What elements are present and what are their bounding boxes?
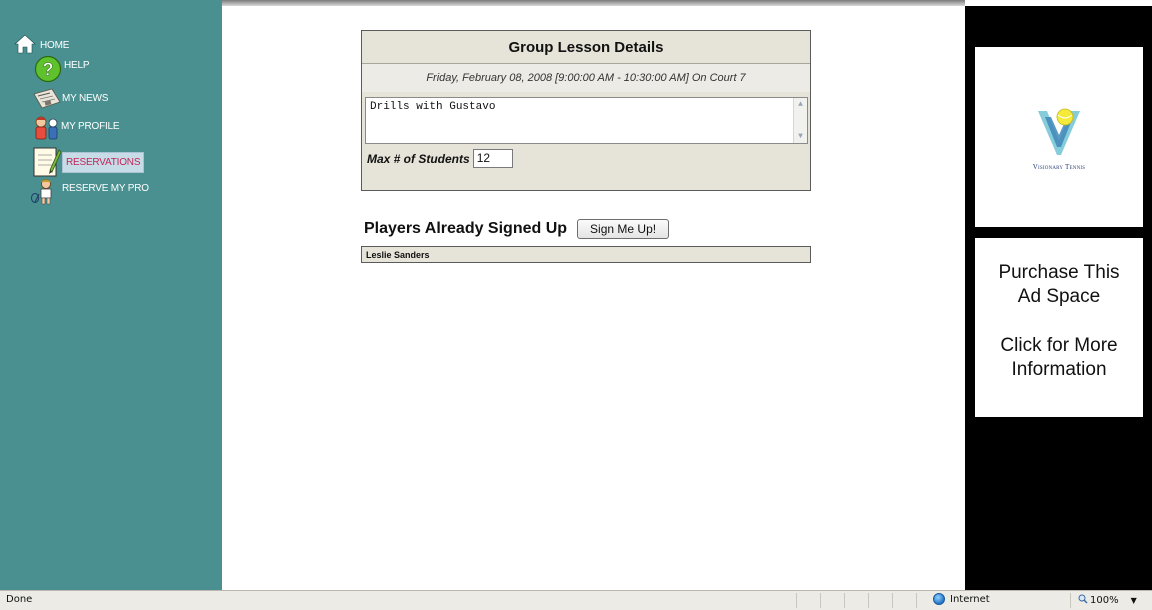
- help-icon: ?: [33, 55, 63, 86]
- visionary-tennis-logo-icon: [1036, 103, 1082, 162]
- nav-label-help: HELP: [64, 60, 90, 71]
- lesson-details-title: Group Lesson Details: [362, 31, 810, 64]
- lesson-notes-textarea[interactable]: Drills with Gustavo ▲ ▼: [365, 97, 808, 144]
- nav-label-my-news: MY NEWS: [62, 93, 109, 104]
- purchase-ad-line-3: Click for More: [1000, 335, 1118, 356]
- nav-label-reservations: RESERVATIONS: [62, 152, 145, 173]
- security-zone[interactable]: Internet: [933, 593, 990, 605]
- table-row: Leslie Sanders: [366, 250, 430, 260]
- nav-label-home: HOME: [40, 40, 70, 51]
- status-divider: [796, 593, 797, 608]
- lesson-notes-text: Drills with Gustavo: [370, 101, 496, 113]
- nav-label-reserve-my-pro: RESERVE MY PRO: [62, 183, 149, 194]
- max-students-row: Max # of Students 12: [367, 149, 513, 168]
- svg-text:?: ?: [43, 60, 54, 80]
- brand-name: Visionary Tennis: [1032, 163, 1086, 171]
- notes-scrollbar[interactable]: ▲ ▼: [793, 98, 807, 143]
- nav-item-reserve-my-pro[interactable]: RESERVE MY PRO: [30, 178, 149, 209]
- newspaper-icon: [32, 88, 62, 113]
- players-table: Leslie Sanders: [361, 246, 811, 263]
- sidebar: HOME ? HELP MY NEWS MY PROFILE RESERVATI…: [0, 0, 222, 590]
- status-bar: Done Internet 100% ▼: [0, 590, 1152, 610]
- max-students-input[interactable]: 12: [472, 149, 513, 168]
- tennis-pro-icon: [30, 178, 62, 209]
- profile-icon: [32, 114, 60, 145]
- status-divider: [892, 593, 893, 608]
- home-icon: [14, 34, 36, 57]
- nav-item-my-profile[interactable]: MY PROFILE: [32, 114, 120, 145]
- purchase-ad-space[interactable]: Purchase This Ad Space Click for More In…: [975, 238, 1143, 417]
- status-divider: [820, 593, 821, 608]
- zoom-level: 100%: [1090, 595, 1119, 606]
- status-divider: [1070, 593, 1071, 608]
- nav-label-my-profile: MY PROFILE: [61, 121, 120, 132]
- lesson-datetime: Friday, February 08, 2008 [9:00:00 AM - …: [362, 64, 810, 92]
- nav-item-help[interactable]: ? HELP: [33, 55, 90, 86]
- scroll-down-icon[interactable]: ▼: [796, 132, 805, 141]
- visionary-tennis-ad[interactable]: Visionary Tennis: [975, 47, 1143, 227]
- zone-label: Internet: [950, 593, 990, 605]
- purchase-ad-line-1: Purchase This: [998, 262, 1120, 283]
- status-divider: [868, 593, 869, 608]
- scroll-up-icon[interactable]: ▲: [796, 100, 805, 109]
- players-header: Players Already Signed Up Sign Me Up!: [364, 219, 670, 239]
- status-divider: [844, 593, 845, 608]
- sign-me-up-button[interactable]: Sign Me Up!: [577, 219, 670, 239]
- status-text: Done: [6, 594, 33, 605]
- max-students-label: Max # of Students: [367, 151, 470, 166]
- purchase-ad-line-2: Ad Space: [1017, 286, 1101, 307]
- zoom-magnifier-icon: [1078, 594, 1088, 607]
- purchase-ad-info: Click for More Information: [975, 334, 1143, 382]
- zoom-control[interactable]: 100% ▼: [1078, 594, 1137, 607]
- purchase-ad-heading: Purchase This Ad Space: [975, 261, 1143, 309]
- globe-icon: [933, 593, 945, 605]
- players-heading: Players Already Signed Up: [364, 220, 568, 237]
- nav-item-home[interactable]: HOME: [14, 34, 69, 57]
- chevron-down-icon[interactable]: ▼: [1131, 596, 1137, 605]
- top-border: [222, 0, 965, 6]
- ad-column: Visionary Tennis Purchase This Ad Space …: [965, 6, 1152, 590]
- notepad-icon: [30, 144, 62, 181]
- browser-page: HOME ? HELP MY NEWS MY PROFILE RESERVATI…: [0, 0, 1152, 610]
- purchase-ad-line-4: Information: [1011, 359, 1107, 380]
- lesson-details-panel: Group Lesson Details Friday, February 08…: [361, 30, 811, 191]
- status-divider: [916, 593, 917, 608]
- nav-item-my-news[interactable]: MY NEWS: [32, 88, 108, 113]
- nav-item-reservations[interactable]: RESERVATIONS: [30, 144, 145, 181]
